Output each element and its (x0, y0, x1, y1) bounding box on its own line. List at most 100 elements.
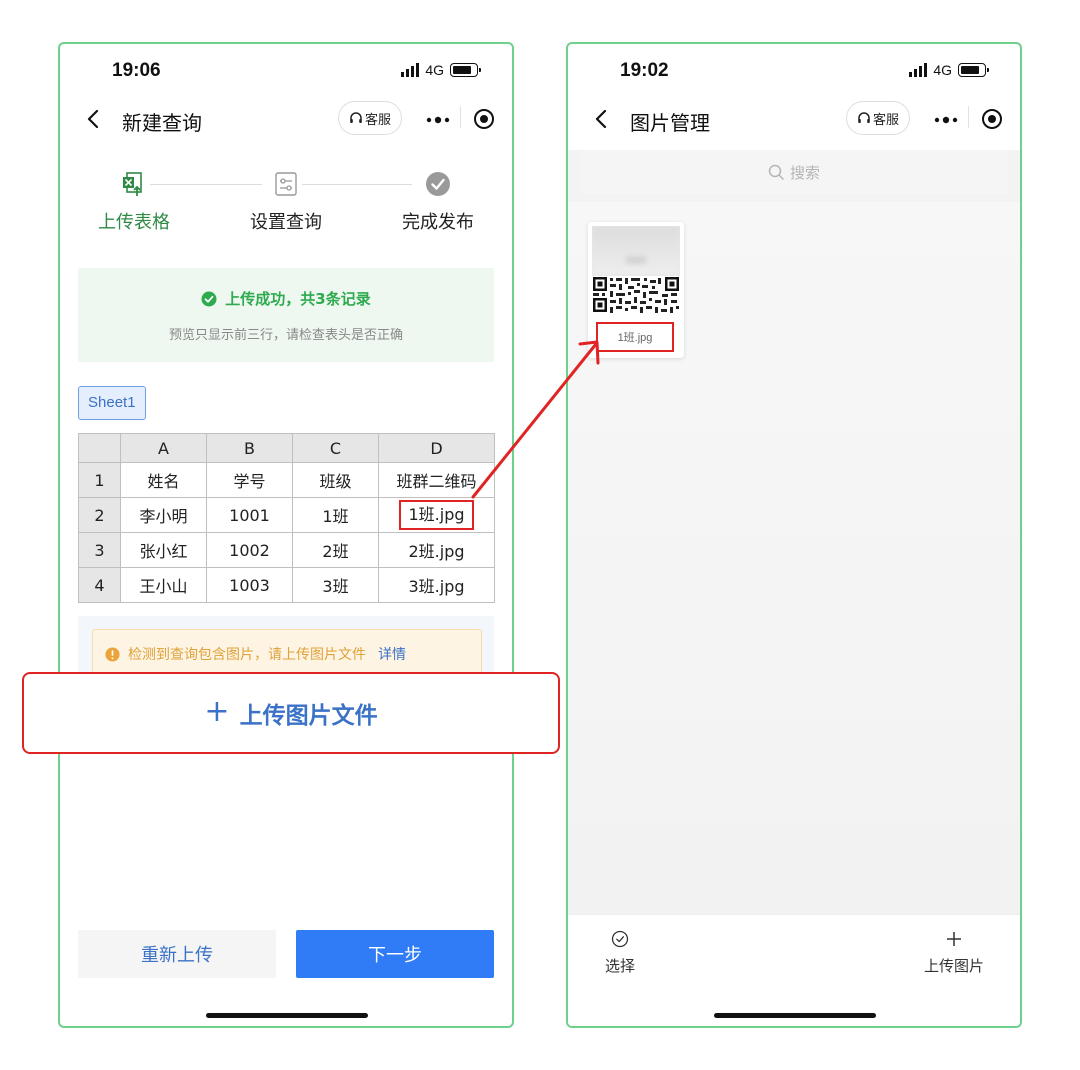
table-cell: 姓名 (120, 462, 207, 498)
table-corner (78, 433, 121, 463)
table-cell: 张小红 (120, 532, 207, 568)
table-cell: 班群二维码 (378, 462, 495, 498)
success-title-row: 上传成功，共3条记录 (78, 288, 494, 309)
select-button[interactable]: 选择 (580, 927, 660, 976)
table-cell: 李小明 (120, 497, 207, 533)
step-label-configure: 设置查询 (250, 212, 322, 233)
phone-frame-new-query: 19:06 4G 新建查询 客服 上传表格 设置查询 完成发布 上传成功，共3条… (58, 42, 514, 1028)
more-dots-icon[interactable] (934, 116, 958, 124)
signal-icon (909, 63, 928, 77)
excel-upload-icon (123, 172, 142, 196)
table-cell: 3班 (292, 567, 379, 603)
qr-code-icon (592, 276, 680, 316)
more-dots-icon[interactable] (426, 116, 450, 124)
capsule-divider (968, 106, 969, 128)
column-header: B (206, 433, 293, 463)
upload-image-file-button[interactable]: + 上传图片文件 (22, 672, 560, 754)
table-cell: 1002 (206, 532, 293, 568)
table-row: 3 张小红 1002 2班 2班.jpg (78, 532, 495, 568)
step-connector (150, 184, 262, 185)
row-number: 1 (78, 462, 121, 498)
customer-service-label: 客服 (364, 112, 391, 128)
image-grid: 1班.jpg (568, 202, 1020, 914)
network-label: 4G (425, 62, 444, 78)
success-subtitle: 预览只显示前三行，请检查表头是否正确 (168, 328, 403, 343)
search-input[interactable]: 搜索 (580, 150, 1008, 194)
upload-success-banner: 上传成功，共3条记录 预览只显示前三行，请检查表头是否正确 (78, 268, 494, 362)
row-number: 4 (78, 567, 121, 603)
table-row: 4 王小山 1003 3班 3班.jpg (78, 567, 495, 603)
row-number: 3 (78, 532, 121, 568)
step-label-publish: 完成发布 (402, 212, 474, 233)
preview-table: A B C D 1 姓名 学号 班级 班群二维码 2 李小明 1001 1班 1… (78, 433, 495, 603)
search-icon (768, 164, 784, 180)
table-cell: 1班 (292, 497, 379, 533)
target-icon[interactable] (981, 108, 1003, 130)
sheet-tab[interactable]: Sheet1 (78, 386, 146, 420)
table-cell: 2班 (292, 532, 379, 568)
table-row: 2 李小明 1001 1班 1班.jpg (78, 497, 495, 533)
table-header-row: A B C D (78, 433, 495, 463)
target-icon[interactable] (473, 108, 495, 130)
success-title: 上传成功，共3条记录 (225, 290, 371, 308)
upload-image-file-label: 上传图片文件 (239, 703, 378, 729)
battery-icon (450, 63, 481, 77)
status-time: 19:06 (112, 60, 161, 81)
home-indicator (206, 1013, 368, 1018)
check-circle-icon (201, 291, 217, 306)
nav-bar: 图片管理 客服 (568, 98, 1020, 142)
plus-icon: + (204, 693, 230, 729)
reupload-button[interactable]: 重新上传 (78, 930, 276, 978)
warning-text: 检测到查询包含图片，请上传图片文件 (128, 647, 366, 663)
network-label: 4G (933, 62, 952, 78)
page-title: 图片管理 (630, 111, 710, 135)
step-connector (302, 184, 412, 185)
bottom-toolbar: 选择 上传图片 (568, 914, 1020, 1026)
page-title: 新建查询 (122, 111, 202, 135)
status-indicators: 4G (909, 62, 989, 78)
signal-icon (401, 63, 420, 77)
home-indicator (714, 1013, 876, 1018)
plus-icon (947, 932, 961, 946)
image-card[interactable]: 1班.jpg (588, 222, 684, 358)
row-number: 2 (78, 497, 121, 533)
customer-service-label: 客服 (872, 112, 899, 128)
phone-frame-image-manager: 19:02 4G 图片管理 客服 搜索 1班.jpg 选择 上传图片 (566, 42, 1022, 1028)
chevron-left-icon[interactable] (84, 108, 104, 130)
column-header: A (120, 433, 207, 463)
settings-sliders-icon (275, 172, 297, 196)
status-time: 19:02 (620, 60, 669, 81)
table-cell: 2班.jpg (378, 532, 495, 568)
check-circle-outline-icon (611, 930, 629, 948)
next-step-button[interactable]: 下一步 (296, 930, 494, 978)
upload-image-button[interactable]: 上传图片 (914, 927, 994, 976)
table-cell: 学号 (206, 462, 293, 498)
blurred-header (592, 226, 680, 274)
battery-icon (958, 63, 989, 77)
table-cell: 1班.jpg (378, 497, 495, 533)
chevron-left-icon[interactable] (592, 108, 612, 130)
info-circle-icon (105, 646, 120, 662)
check-circle-icon (426, 172, 450, 196)
table-cell: 1003 (206, 567, 293, 603)
warning-details-link[interactable]: 详情 (378, 644, 406, 664)
step-label-upload: 上传表格 (98, 212, 170, 233)
status-bar: 19:06 4G (60, 44, 512, 98)
image-filename: 1班.jpg (596, 322, 674, 352)
table-cell: 王小山 (120, 567, 207, 603)
column-header: C (292, 433, 379, 463)
highlighted-image-cell: 1班.jpg (399, 500, 474, 530)
search-area: 搜索 (568, 150, 1020, 202)
qr-code-thumbnail (592, 226, 680, 316)
table-row: 1 姓名 学号 班级 班群二维码 (78, 462, 495, 498)
blurred-avatar (626, 256, 646, 264)
bottom-actions: 重新上传 下一步 (78, 930, 494, 978)
headset-icon (350, 112, 362, 123)
table-cell: 1001 (206, 497, 293, 533)
headset-icon (858, 112, 870, 123)
nav-bar: 新建查询 客服 (60, 98, 512, 142)
customer-service-button[interactable]: 客服 (846, 101, 910, 135)
column-header: D (378, 433, 495, 463)
customer-service-button[interactable]: 客服 (338, 101, 402, 135)
status-indicators: 4G (401, 62, 481, 78)
